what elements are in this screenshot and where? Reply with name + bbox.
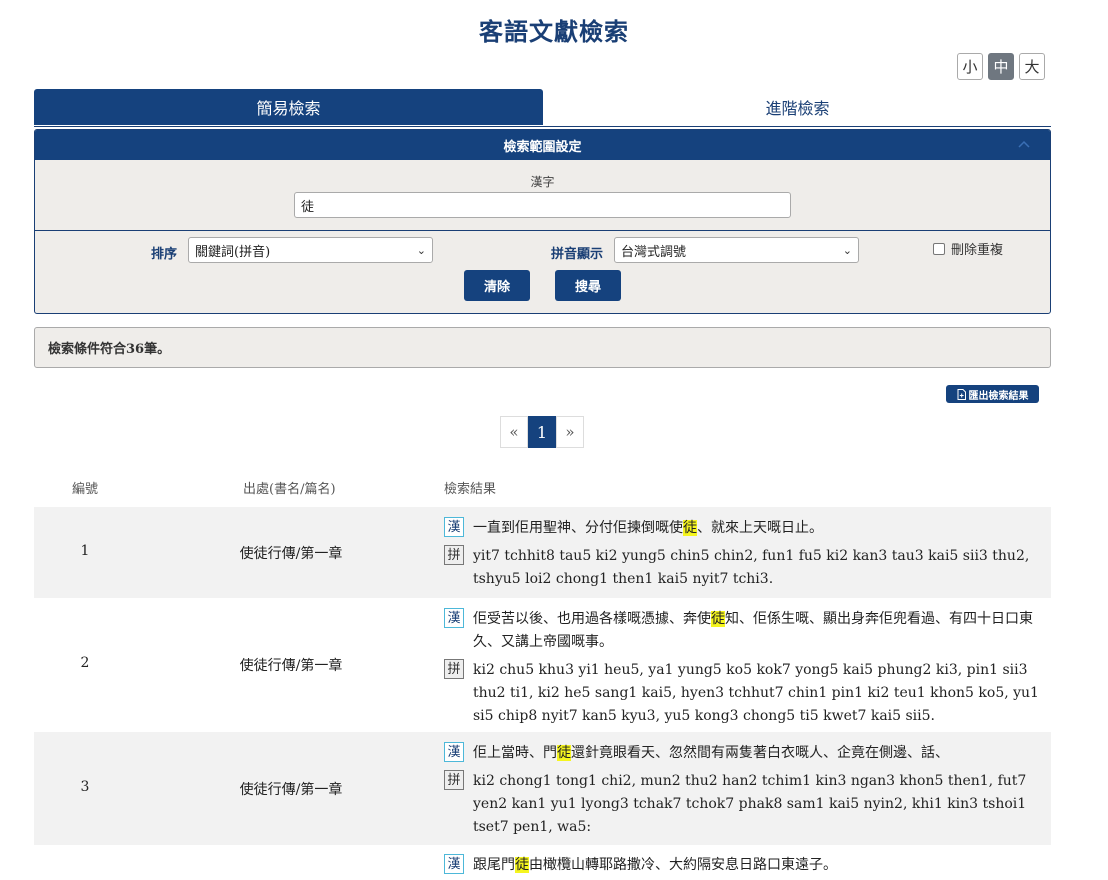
dedupe-label: 刪除重複 xyxy=(951,243,1004,258)
keyword-highlight: 徒 xyxy=(557,745,571,761)
search-button[interactable]: 搜尋 xyxy=(555,270,621,301)
row-source: 使徒行傳/第一章 xyxy=(239,546,343,562)
font-large-button[interactable]: 大 xyxy=(1019,53,1045,80)
pinyin-select-value: 台灣式調號 xyxy=(621,244,687,260)
dedupe-checkbox[interactable] xyxy=(933,242,945,255)
hanzi-text: 佢上當時、門 xyxy=(473,745,557,761)
hanzi-text: 一直到佢用聖神、分付佢揀倒嘅使 xyxy=(473,520,683,536)
pinyin-text: yit7 tchhit8 tau5 ki2 yung5 chin5 chin2,… xyxy=(473,548,1030,587)
chevron-down-icon: ⌄ xyxy=(416,243,426,257)
hanzi-line: 漢 佢受苦以後、也用過各樣嘅憑據、奔使徒知、佢係生嘅、顯出身奔佢兜看過、有四十日… xyxy=(444,608,1042,654)
hanzi-input[interactable]: 徒 xyxy=(294,192,791,218)
panel-divider xyxy=(35,230,1050,231)
hanzi-line: 漢 佢上當時、門徒還針竟眼看天、忽然間有兩隻著白衣嘅人、企竟在側邊、話、 xyxy=(444,742,1042,765)
row-result: 漢 跟尾門徒由橄欖山轉耶路撒冷、大約隔安息日路口󠄀東遠子。 xyxy=(444,854,1042,877)
han-tag: 漢 xyxy=(444,854,464,874)
pinyin-display-select[interactable]: 台灣式調號 ⌄ xyxy=(614,237,859,263)
page-title: 客語文獻檢索 xyxy=(479,17,629,46)
han-tag: 漢 xyxy=(444,742,464,762)
column-header-number: 編號 xyxy=(72,482,99,497)
row-number: 2 xyxy=(80,655,90,671)
pin-tag: 拼 xyxy=(444,770,464,790)
pin-tag: 拼 xyxy=(444,659,464,679)
hanzi-text: 、就來上天嘅日止。 xyxy=(697,520,823,536)
result-summary: 檢索條件符合36筆。 xyxy=(34,327,1051,368)
hanzi-line: 漢 跟尾門徒由橄欖山轉耶路撒冷、大約隔安息日路口󠄀東遠子。 xyxy=(444,854,1042,877)
hanzi-line: 漢 一直到佢用聖神、分付佢揀倒嘅使徒、就來上天嘅日止。 xyxy=(444,517,1042,540)
row-result: 漢 佢受苦以後、也用過各樣嘅憑據、奔使徒知、佢係生嘅、顯出身奔佢兜看過、有四十日… xyxy=(444,608,1042,728)
hanzi-text: 由橄欖山轉耶路撒冷、大約隔安息日路口󠄀東遠子。 xyxy=(529,857,837,873)
pinyin-line: 拼 ki2 chong1 tong1 chi2, mun2 thu2 han2 … xyxy=(444,770,1042,839)
row-result: 漢 一直到佢用聖神、分付佢揀倒嘅使徒、就來上天嘅日止。 拼 yit7 tchhi… xyxy=(444,517,1042,591)
keyword-highlight: 徒 xyxy=(711,611,725,627)
row-result: 漢 佢上當時、門徒還針竟眼看天、忽然間有兩隻著白衣嘅人、企竟在側邊、話、 拼 k… xyxy=(444,742,1042,839)
table-row: 1 使徒行傳/第一章 漢 一直到佢用聖神、分付佢揀倒嘅使徒、就來上天嘅日止。 拼… xyxy=(34,507,1051,598)
sort-label: 排序 xyxy=(151,247,178,262)
pinyin-text: ki2 chong1 tong1 chi2, mun2 thu2 han2 tc… xyxy=(473,773,1027,835)
pagination: « 1 » xyxy=(500,416,584,448)
font-small-button[interactable]: 小 xyxy=(957,53,983,80)
hanzi-text: 佢受苦以後、也用過各樣嘅憑據、奔使 xyxy=(473,611,711,627)
chevron-down-icon: ⌄ xyxy=(842,243,852,257)
export-results-button[interactable]: 匯出檢索結果 xyxy=(946,385,1039,403)
table-row: 漢 跟尾門徒由橄欖山轉耶路撒冷、大約隔安息日路口󠄀東遠子。 xyxy=(34,845,1051,880)
tab-simple-search[interactable]: 簡易檢索 xyxy=(34,89,543,125)
column-header-result: 檢索結果 xyxy=(444,482,497,497)
hanzi-label: 漢字 xyxy=(530,175,555,189)
han-tag: 漢 xyxy=(444,517,464,537)
column-header-source: 出處(書名/篇名) xyxy=(243,482,336,497)
pinyin-display-label: 拼音顯示 xyxy=(551,247,604,262)
prev-page-button[interactable]: « xyxy=(500,416,528,448)
tab-advanced-search[interactable]: 進階檢索 xyxy=(543,89,1052,125)
han-tag: 漢 xyxy=(444,608,464,628)
row-number: 3 xyxy=(80,779,90,795)
file-export-icon xyxy=(957,388,966,400)
keyword-highlight: 徒 xyxy=(683,520,697,536)
dedupe-option[interactable]: 刪除重複 xyxy=(933,239,1003,258)
font-size-switcher: 小 中 大 xyxy=(957,53,1045,80)
panel-header[interactable]: 檢索範圍設定 xyxy=(35,130,1050,160)
font-medium-button[interactable]: 中 xyxy=(988,53,1014,80)
chevron-up-icon[interactable] xyxy=(1016,136,1032,152)
page-1-button[interactable]: 1 xyxy=(528,416,556,448)
pinyin-text: ki2 chu5 khu3 yi1 heu5, ya1 yung5 ko5 ko… xyxy=(473,662,1039,724)
search-tabs: 簡易檢索 進階檢索 xyxy=(34,89,1051,127)
next-page-button[interactable]: » xyxy=(556,416,584,448)
sort-select-value: 關鍵詞(拼音) xyxy=(195,244,271,260)
pin-tag: 拼 xyxy=(444,545,464,565)
clear-button[interactable]: 清除 xyxy=(464,270,530,301)
search-settings-panel: 檢索範圍設定 漢字 徒 排序 關鍵詞(拼音) ⌄ 拼音顯示 台灣式調號 ⌄ 刪除… xyxy=(34,129,1051,314)
pinyin-line: 拼 ki2 chu5 khu3 yi1 heu5, ya1 yung5 ko5 … xyxy=(444,659,1042,728)
panel-header-title: 檢索範圍設定 xyxy=(503,139,582,155)
table-row: 2 使徒行傳/第一章 漢 佢受苦以後、也用過各樣嘅憑據、奔使徒知、佢係生嘅、顯出… xyxy=(34,598,1051,732)
table-row: 3 使徒行傳/第一章 漢 佢上當時、門徒還針竟眼看天、忽然間有兩隻著白衣嘅人、企… xyxy=(34,732,1051,845)
row-source: 使徒行傳/第一章 xyxy=(239,658,343,674)
sort-select[interactable]: 關鍵詞(拼音) ⌄ xyxy=(188,237,433,263)
export-label: 匯出檢索結果 xyxy=(968,390,1029,402)
keyword-highlight: 徒 xyxy=(515,857,529,873)
hanzi-text: 跟尾門 xyxy=(473,857,515,873)
hanzi-text: 還針竟眼看天、忽然間有兩隻著白衣嘅人、企竟在側邊、話、 xyxy=(571,745,949,761)
pinyin-line: 拼 yit7 tchhit8 tau5 ki2 yung5 chin5 chin… xyxy=(444,545,1042,591)
row-number: 1 xyxy=(80,543,90,559)
row-source: 使徒行傳/第一章 xyxy=(239,782,343,798)
